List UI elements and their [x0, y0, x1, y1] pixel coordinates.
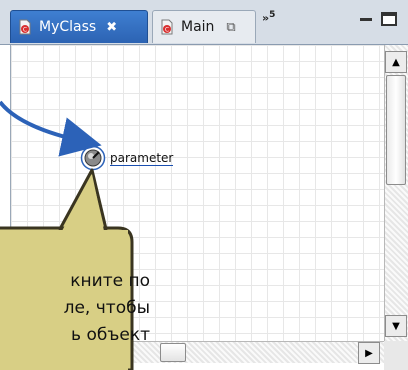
close-icon[interactable]: ✖	[106, 20, 117, 35]
tab-myclass[interactable]: C MyClass ✖	[10, 10, 148, 43]
tab-main[interactable]: C Main ⧉	[152, 10, 256, 43]
tab-label: MyClass	[39, 19, 97, 35]
svg-text:C: C	[23, 27, 27, 34]
tab-overflow-button[interactable]: »5	[262, 10, 275, 25]
class-icon: C	[19, 19, 31, 35]
callout-line: ь объект	[71, 325, 150, 345]
scroll-right-button[interactable]: ▶	[358, 342, 380, 364]
scrollbar-corner	[384, 341, 408, 370]
minimize-button[interactable]	[358, 12, 374, 26]
callout-line: ле, чтобы	[63, 298, 150, 318]
parameter-label: parameter	[110, 150, 174, 166]
vertical-scrollbar[interactable]: ▲ ▼	[384, 45, 408, 341]
close-icon[interactable]: ⧉	[226, 20, 235, 35]
class-icon: C	[161, 19, 173, 35]
editor-window: C MyClass ✖ C Main ⧉ »5 parameter ▲ ▼ ▶ …	[0, 0, 408, 370]
horizontal-scroll-thumb[interactable]	[160, 343, 186, 362]
overflow-count: 5	[269, 10, 276, 20]
parameter-icon	[80, 145, 106, 171]
svg-text:C: C	[165, 27, 169, 34]
editor-tab-bar: C MyClass ✖ C Main ⧉ »5	[0, 0, 408, 45]
maximize-button[interactable]	[381, 12, 397, 26]
vertical-scroll-thumb[interactable]	[386, 75, 406, 185]
parameter-element[interactable]: parameter	[80, 145, 174, 171]
callout-line: кните по	[70, 271, 150, 291]
callout-text: кните по ле, чтобы ь объект	[0, 268, 150, 349]
scroll-down-button[interactable]: ▼	[385, 315, 407, 337]
tab-label: Main	[181, 19, 215, 35]
scroll-up-button[interactable]: ▲	[385, 51, 407, 73]
